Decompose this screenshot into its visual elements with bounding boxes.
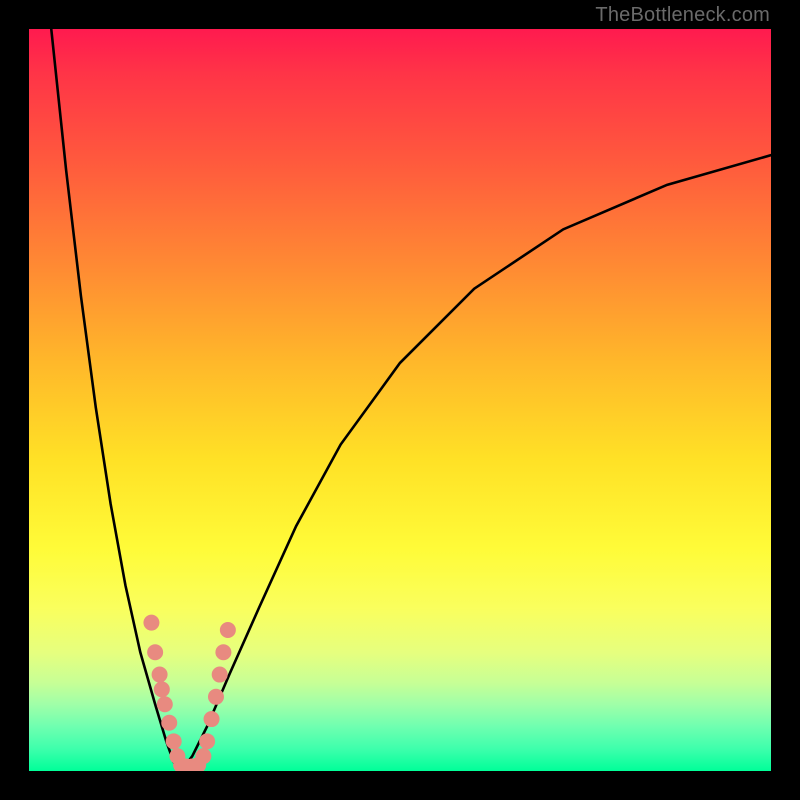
plot-area: [29, 29, 771, 771]
chart-frame: TheBottleneck.com: [0, 0, 800, 800]
marker-dot: [147, 644, 163, 660]
marker-dot: [208, 689, 224, 705]
marker-dot: [212, 667, 228, 683]
marker-dot: [157, 696, 173, 712]
marker-dot: [161, 715, 177, 731]
marker-dot: [152, 667, 168, 683]
marker-dot: [154, 681, 170, 697]
marker-dot: [195, 748, 211, 764]
watermark-text: TheBottleneck.com: [595, 4, 770, 27]
marker-dot: [204, 711, 220, 727]
marker-dot: [220, 622, 236, 638]
curve-left-branch: [51, 29, 181, 771]
marker-dot: [166, 733, 182, 749]
marker-dot: [215, 644, 231, 660]
marker-dot: [143, 615, 159, 631]
markers-layer: [143, 615, 235, 771]
chart-svg: [29, 29, 771, 771]
curve-right-branch: [181, 155, 771, 771]
curve-layer: [51, 29, 771, 771]
marker-dot: [199, 733, 215, 749]
